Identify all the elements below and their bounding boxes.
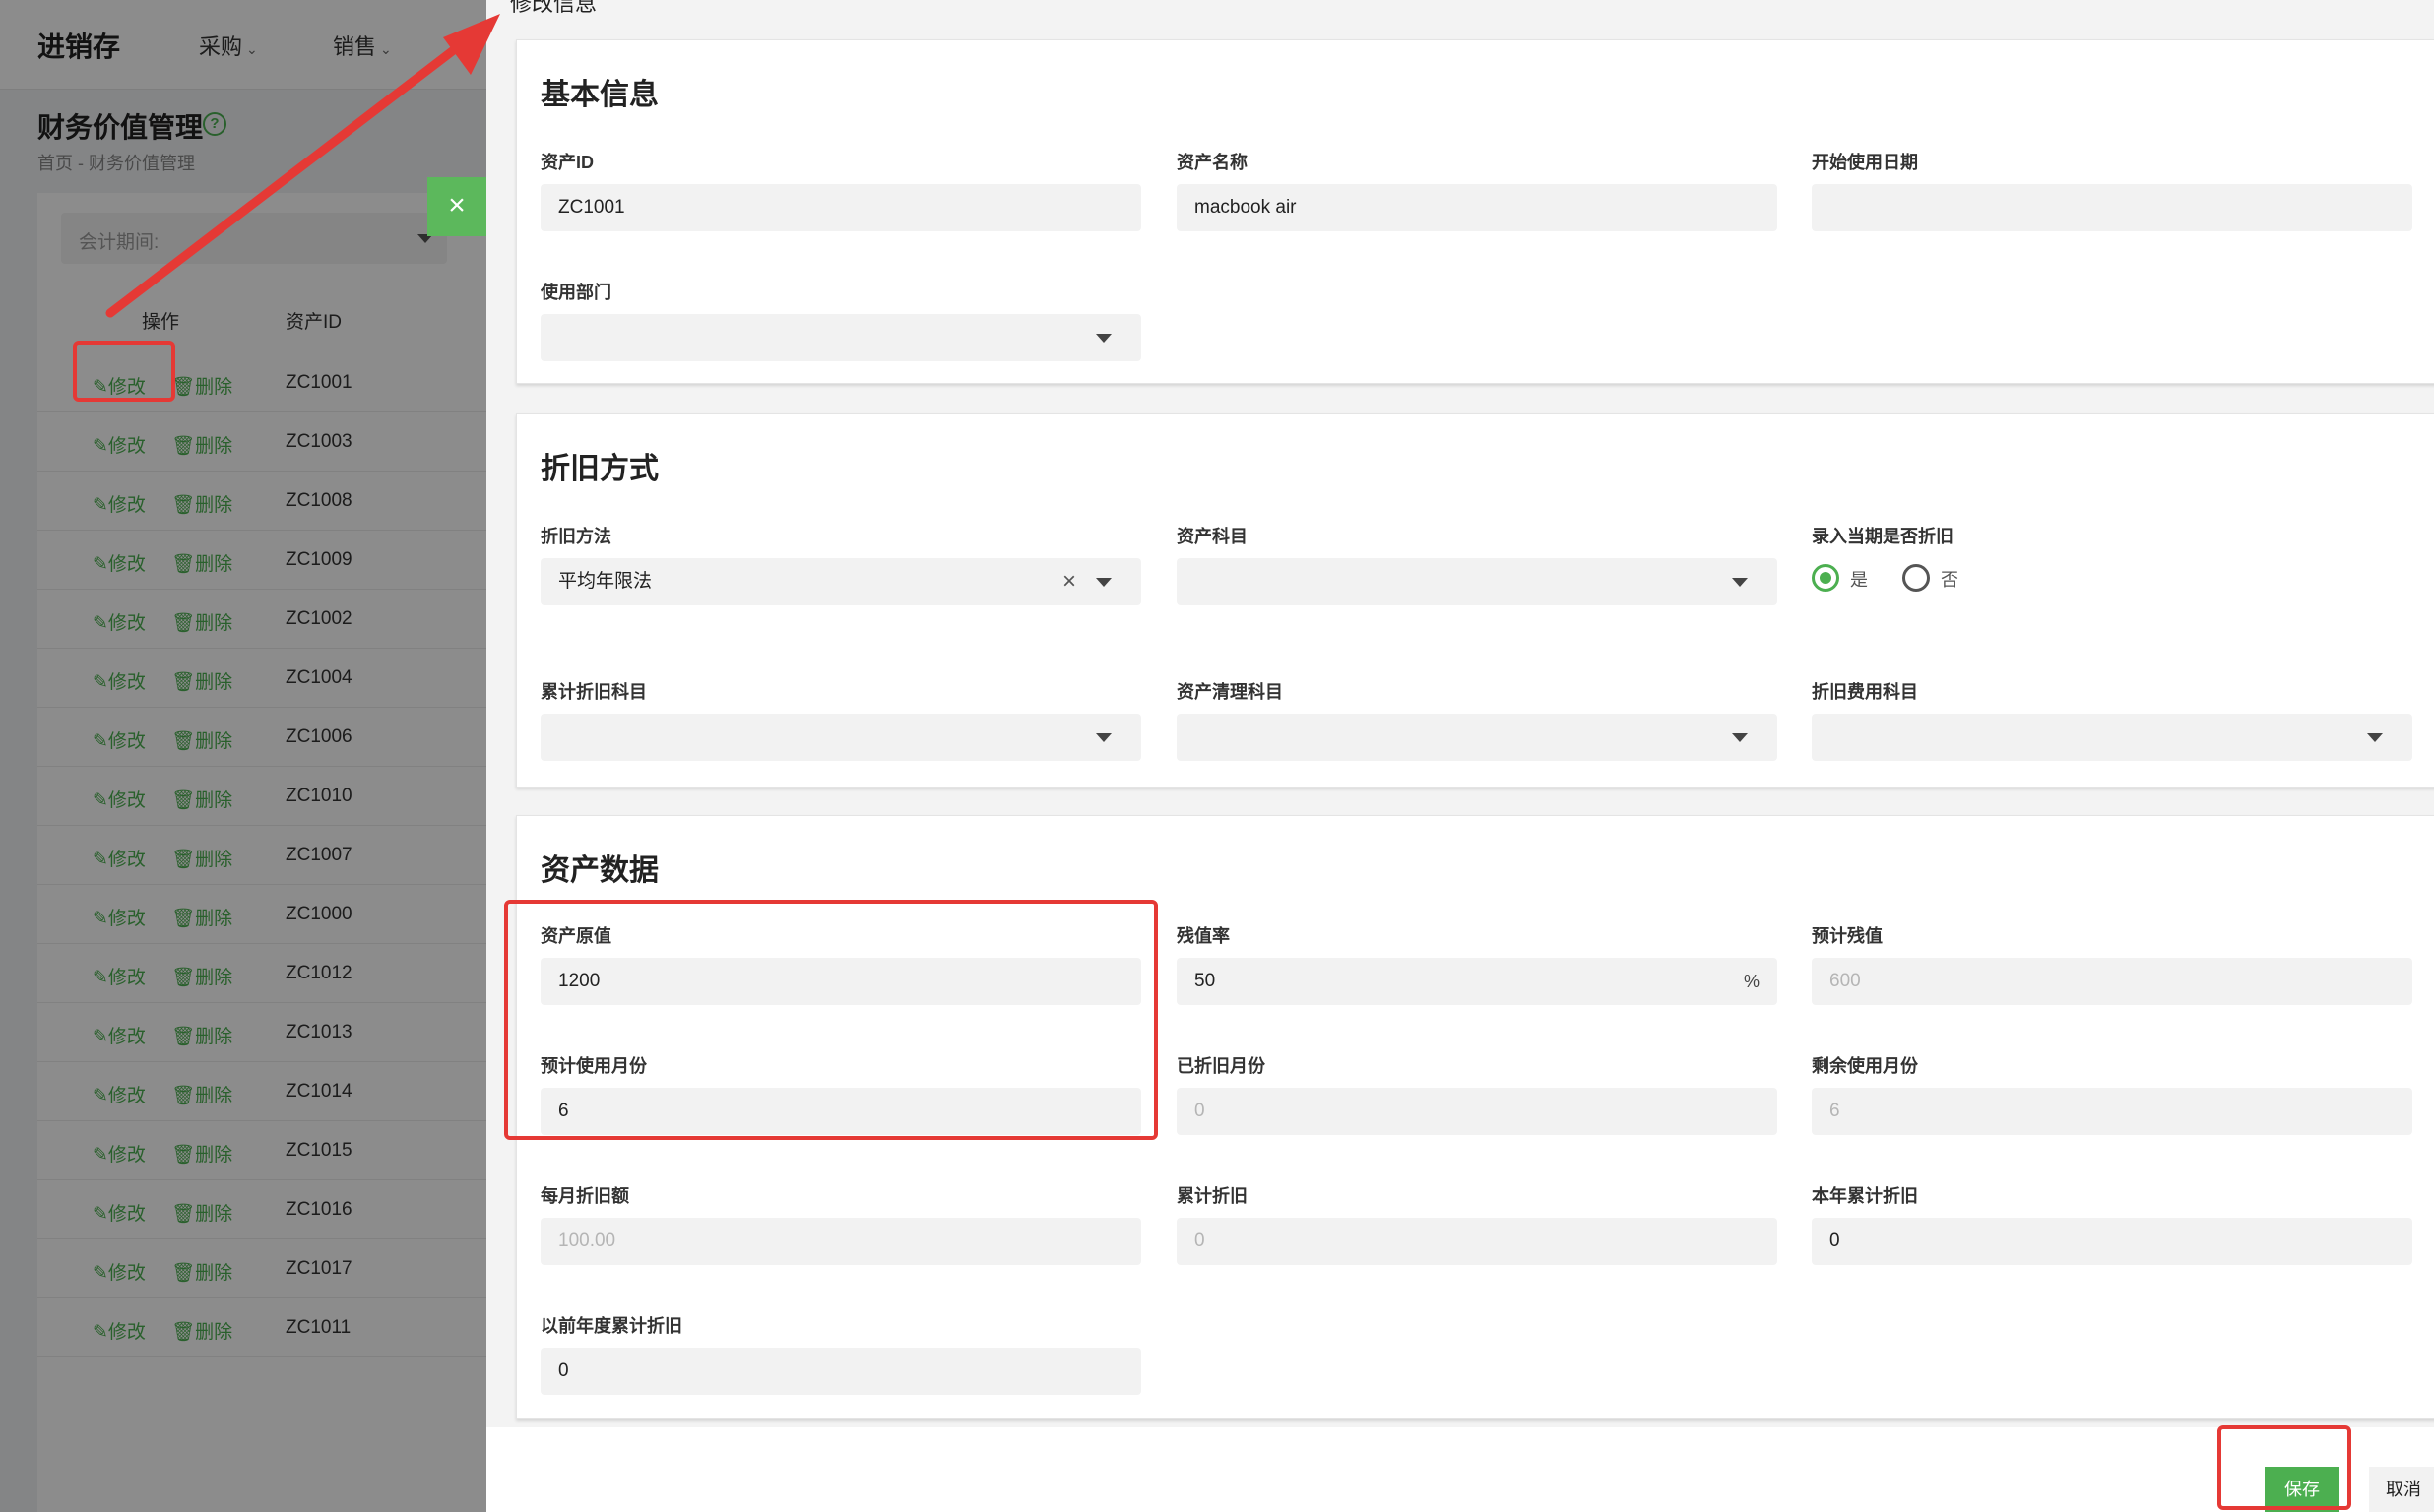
annotation-arrow <box>105 14 500 318</box>
